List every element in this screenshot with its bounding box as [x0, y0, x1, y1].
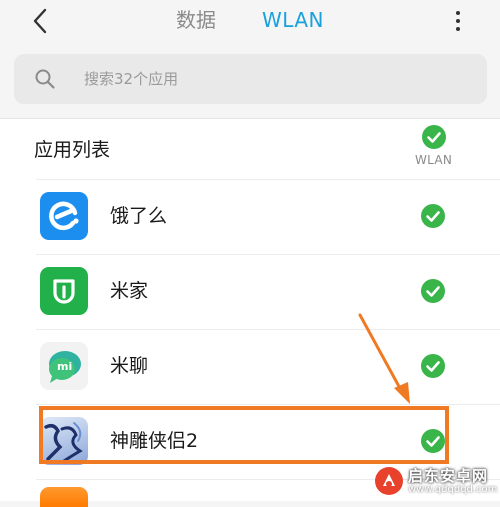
svg-text:mi: mi [57, 360, 72, 373]
tab-data[interactable]: 数据 [176, 6, 216, 34]
search-placeholder: 搜索32个应用 [84, 70, 179, 88]
select-all-check-icon[interactable] [422, 125, 446, 149]
chevron-left-icon [33, 8, 47, 34]
app-row-eleme[interactable]: 饿了么 [0, 179, 500, 254]
tab-wlan[interactable]: WLAN [262, 6, 324, 34]
divider [36, 329, 500, 330]
wlan-column-label: WLAN [415, 153, 453, 167]
app-row-miliao[interactable]: mi 米聊 [0, 329, 500, 404]
watermark: 启东安卓网 www.qdqdqd.com [372, 460, 500, 500]
search-input[interactable]: 搜索32个应用 [14, 54, 487, 104]
app-name: 饿了么 [110, 205, 168, 227]
more-dot [456, 27, 460, 31]
divider [36, 179, 500, 180]
annotation-arrow-icon [358, 313, 410, 404]
app-name: 米家 [110, 280, 149, 302]
highlight-box [39, 406, 449, 464]
miliao-app-icon: mi [40, 342, 88, 390]
app-icon-partial [40, 487, 88, 507]
wlan-toggle-check-icon[interactable] [421, 279, 445, 303]
watermark-text: 启东安卓网 [408, 467, 489, 485]
more-dot [456, 19, 460, 23]
wlan-toggle-check-icon[interactable] [421, 354, 445, 378]
more-dot [456, 11, 460, 15]
list-title: 应用列表 [34, 139, 111, 161]
eleme-app-icon [40, 192, 88, 240]
back-button[interactable] [26, 6, 54, 36]
divider [36, 404, 500, 405]
app-row-mijia[interactable]: 米家 [0, 254, 500, 329]
mijia-app-icon [40, 267, 88, 315]
watermark-url: www.qdqdqd.com [408, 484, 498, 495]
wlan-toggle-check-icon[interactable] [421, 204, 445, 228]
app-name: 米聊 [110, 355, 149, 377]
top-bar: 数据 WLAN [0, 0, 500, 42]
more-options-button[interactable] [449, 7, 467, 35]
watermark-logo-icon [375, 467, 403, 495]
search-icon [35, 69, 55, 89]
list-header: 应用列表 WLAN [0, 119, 500, 177]
divider [36, 254, 500, 255]
